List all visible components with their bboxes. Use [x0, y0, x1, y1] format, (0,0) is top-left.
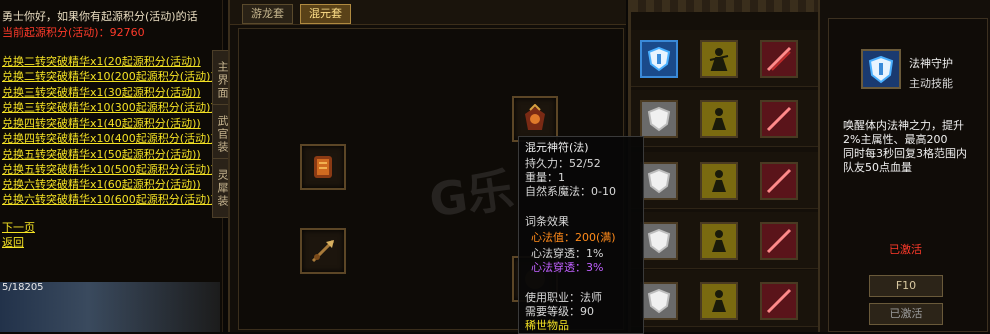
current-points-value: 92760: [109, 26, 145, 39]
exchange-option[interactable]: 兑换三转突破精华x1(30起源积分(活动)): [2, 86, 201, 100]
desc-line: 队友50点血量: [843, 161, 912, 174]
set-tab-bar: 游龙套 混元套: [230, 0, 626, 25]
slash-icon: [766, 288, 792, 314]
skill-warrior[interactable]: [700, 162, 738, 200]
slash-icon: [766, 168, 792, 194]
activation-status: 已激活: [889, 243, 922, 256]
skill-warrior[interactable]: [700, 40, 738, 78]
activated-button[interactable]: 已激活: [869, 303, 943, 325]
item-tooltip: 混元神符(法) 持久力：52/52 重量：1 自然系魔法：0-10 词条效果 心…: [518, 136, 644, 334]
warrior-icon: [709, 48, 729, 71]
exchange-option[interactable]: 兑换二转突破精华x10(200起源积分(活动)): [2, 70, 215, 84]
exchange-option[interactable]: 兑换四转突破精华x1(40起源积分(活动)): [2, 117, 201, 131]
desc-line: 2%主属性、最高200: [843, 133, 948, 146]
detail-skill-name: 法神守护: [909, 57, 953, 70]
tab-hunyuan-set[interactable]: 混元套: [300, 4, 351, 24]
skill-shield[interactable]: [640, 162, 678, 200]
npc-greeting: 勇士你好，如果你有起源积分(活动)的话: [2, 10, 198, 23]
item-name: 混元神符(法): [525, 141, 589, 154]
item-magic: 自然系魔法：0-10: [525, 185, 616, 198]
current-points-label: 当前起源积分(活动)：: [2, 26, 110, 39]
item-durability: 持久力：52/52: [525, 157, 601, 170]
warrior-icon: [712, 108, 726, 130]
item-level: 需要等级：90: [525, 305, 594, 318]
talisman-icon: [525, 104, 545, 130]
armor-icon: [314, 156, 332, 178]
shield-icon: [647, 106, 671, 132]
skill-warrior[interactable]: [700, 100, 738, 138]
hp-readout: 5/18205: [2, 282, 44, 293]
current-points: 当前起源积分(活动)：92760: [2, 26, 145, 40]
exchange-option[interactable]: 兑换四转突破精华x10(400起源积分(活动)): [2, 132, 215, 146]
hotkey-f10-button[interactable]: F10: [869, 275, 943, 297]
back-link[interactable]: 返回: [2, 236, 24, 250]
affix-title: 词条效果: [525, 215, 569, 228]
item-job: 使用职业：法师: [525, 291, 602, 304]
slash-icon: [766, 228, 792, 254]
detail-frame: 法神守护 主动技能 唤醒体内法神之力，提升 2%主属性、最高200 同时每3秒回…: [828, 18, 988, 332]
warrior-icon: [712, 230, 726, 252]
equip-slot-weapon[interactable]: [300, 228, 346, 274]
exchange-option[interactable]: 兑换六转突破精华x10(600起源积分(活动)): [2, 193, 215, 207]
equip-slot-armor[interactable]: [300, 144, 346, 190]
affix-line: 心法值：200(满): [531, 231, 616, 244]
skill-shield-active[interactable]: [640, 40, 678, 78]
shield-icon: [868, 55, 894, 84]
slash-icon: [766, 46, 792, 72]
shield-icon: [647, 228, 671, 254]
skill-shield[interactable]: [640, 282, 678, 320]
slash-icon: [766, 106, 792, 132]
affix-line: 心法穿透：1%: [531, 247, 604, 260]
next-page-link[interactable]: 下一页: [2, 221, 35, 235]
skill-detail-panel: 法神守护 主动技能 唤醒体内法神之力，提升 2%主属性、最高200 同时每3秒回…: [818, 0, 990, 332]
shield-icon: [647, 46, 671, 72]
detail-skill-type: 主动技能: [909, 77, 953, 90]
exchange-option[interactable]: 兑换二转突破精华x1(20起源积分(活动)): [2, 55, 201, 69]
skill-slash[interactable]: [760, 40, 798, 78]
weapon-icon: [311, 239, 335, 263]
shield-icon: [647, 288, 671, 314]
tab-youlong-set[interactable]: 游龙套: [242, 4, 293, 24]
detail-skill-icon: [861, 49, 901, 89]
skill-warrior[interactable]: [700, 222, 738, 260]
npc-dialog: 勇士你好，如果你有起源积分(活动)的话 当前起源积分(活动)：92760 兑换二…: [0, 0, 223, 332]
frame-border: [630, 0, 818, 12]
skill-slash[interactable]: [760, 222, 798, 260]
desc-line: 唤醒体内法神之力，提升: [843, 119, 964, 132]
warrior-icon: [712, 290, 726, 312]
exchange-option[interactable]: 兑换三转突破精华x10(300起源积分(活动)): [2, 101, 215, 115]
item-rarity: 稀世物品: [525, 319, 569, 332]
exchange-option[interactable]: 兑换五转突破精华x10(500起源积分(活动)): [2, 163, 215, 177]
skill-slash[interactable]: [760, 100, 798, 138]
exchange-option[interactable]: 兑换六转突破精华x1(60起源积分(活动)): [2, 178, 201, 192]
item-weight: 重量：1: [525, 171, 565, 184]
shield-icon: [647, 168, 671, 194]
desc-line: 同时每3秒回复3格范围内: [843, 147, 967, 160]
skill-shield[interactable]: [640, 222, 678, 260]
detail-description: 唤醒体内法神之力，提升 2%主属性、最高200 同时每3秒回复3格范围内 队友5…: [843, 119, 967, 175]
skill-slash[interactable]: [760, 162, 798, 200]
skill-slash[interactable]: [760, 282, 798, 320]
affix-line: 心法穿透：3%: [531, 261, 604, 274]
skill-shield[interactable]: [640, 100, 678, 138]
warrior-icon: [712, 170, 726, 192]
watermark-logo: G乐: [426, 162, 517, 228]
exchange-option[interactable]: 兑换五转突破精华x1(50起源积分(活动)): [2, 148, 201, 162]
skill-warrior[interactable]: [700, 282, 738, 320]
